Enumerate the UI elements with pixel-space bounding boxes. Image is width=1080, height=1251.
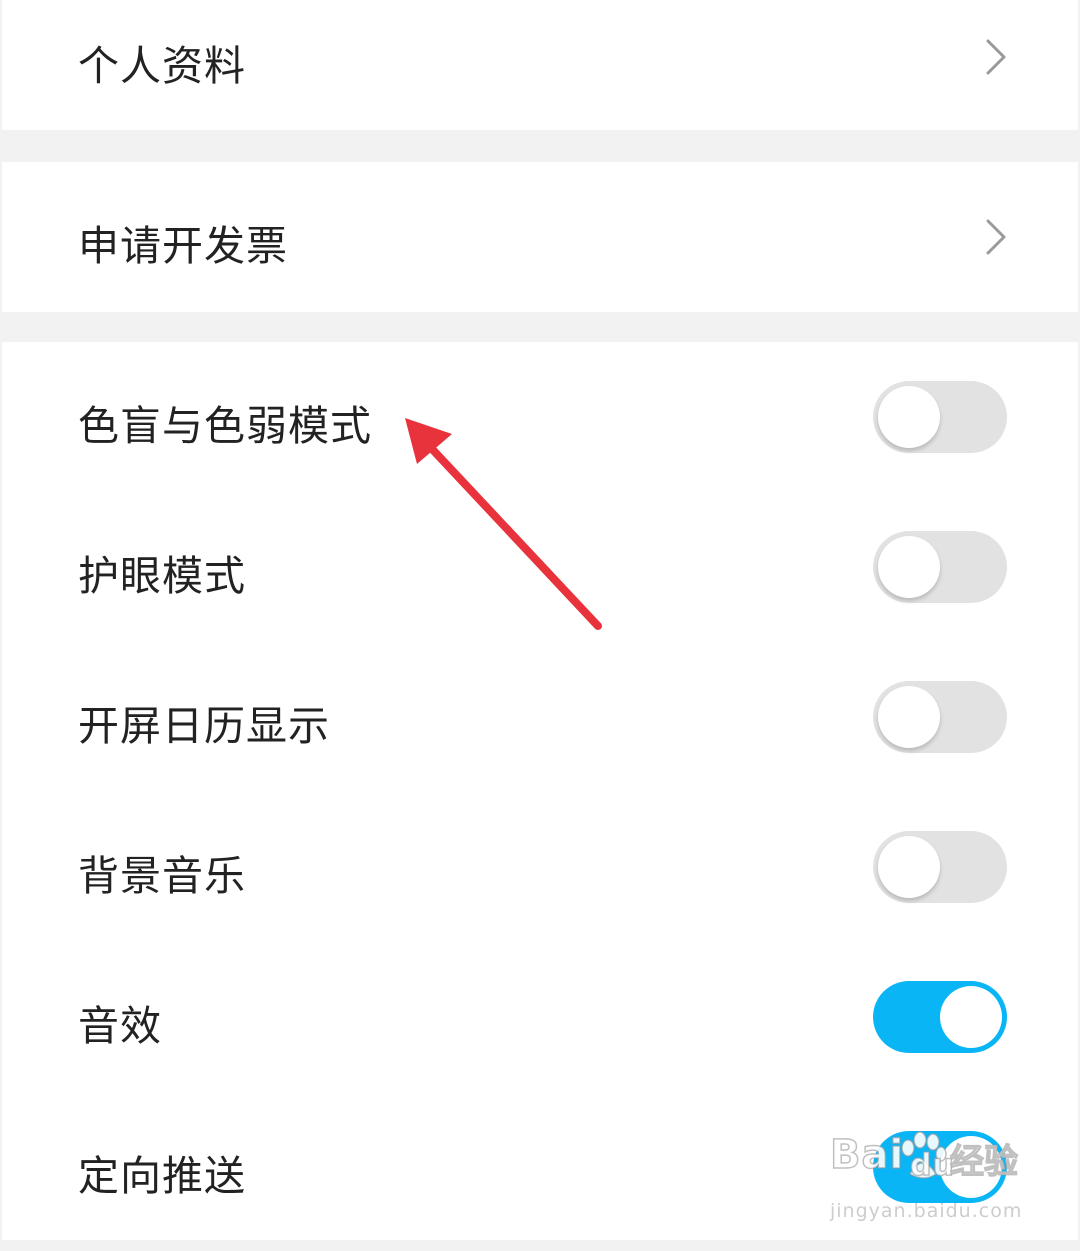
setting-label: 色盲与色弱模式: [78, 402, 372, 450]
toggle-knob: [878, 536, 940, 598]
setting-row-colorblind: 色盲与色弱模式: [2, 342, 1078, 492]
setting-label: 开屏日历显示: [78, 702, 330, 750]
invoice-card: 申请开发票: [2, 162, 1078, 312]
setting-row-bg-music: 背景音乐: [2, 792, 1078, 942]
toggle-knob: [878, 386, 940, 448]
setting-label: 定向推送: [78, 1152, 246, 1200]
setting-row-sound-effects: 音效: [2, 942, 1078, 1092]
chevron-right-icon: [986, 39, 1006, 75]
watermark-brand: Bai: [829, 1131, 905, 1179]
profile-label: 个人资料: [78, 42, 246, 90]
setting-label: 护眼模式: [78, 552, 246, 600]
invoice-row[interactable]: 申请开发票: [2, 162, 1078, 312]
watermark: Bai du 经验 jingyan.baidu.com: [826, 1128, 1026, 1228]
watermark-url: jingyan.baidu.com: [830, 1200, 1023, 1222]
colorblind-toggle[interactable]: [873, 381, 1007, 453]
watermark-cn: 经验: [949, 1141, 1018, 1182]
setting-label: 背景音乐: [78, 852, 246, 900]
toggle-knob: [878, 836, 940, 898]
chevron-right-icon: [986, 219, 1006, 255]
toggle-knob: [940, 986, 1002, 1048]
settings-card: 色盲与色弱模式 护眼模式 开屏日历显示 背景音乐 音效 定向推送: [2, 342, 1078, 1240]
profile-card: 个人资料: [2, 0, 1078, 130]
watermark-brand-suffix: du: [909, 1147, 955, 1184]
setting-label: 音效: [78, 1002, 162, 1050]
setting-row-splash-calendar: 开屏日历显示: [2, 642, 1078, 792]
bg-music-toggle[interactable]: [873, 831, 1007, 903]
invoice-label: 申请开发票: [78, 222, 288, 270]
toggle-knob: [878, 686, 940, 748]
setting-row-eye-care: 护眼模式: [2, 492, 1078, 642]
profile-row[interactable]: 个人资料: [2, 0, 1078, 130]
eye-care-toggle[interactable]: [873, 531, 1007, 603]
splash-calendar-toggle[interactable]: [873, 681, 1007, 753]
sound-effects-toggle[interactable]: [873, 981, 1007, 1053]
